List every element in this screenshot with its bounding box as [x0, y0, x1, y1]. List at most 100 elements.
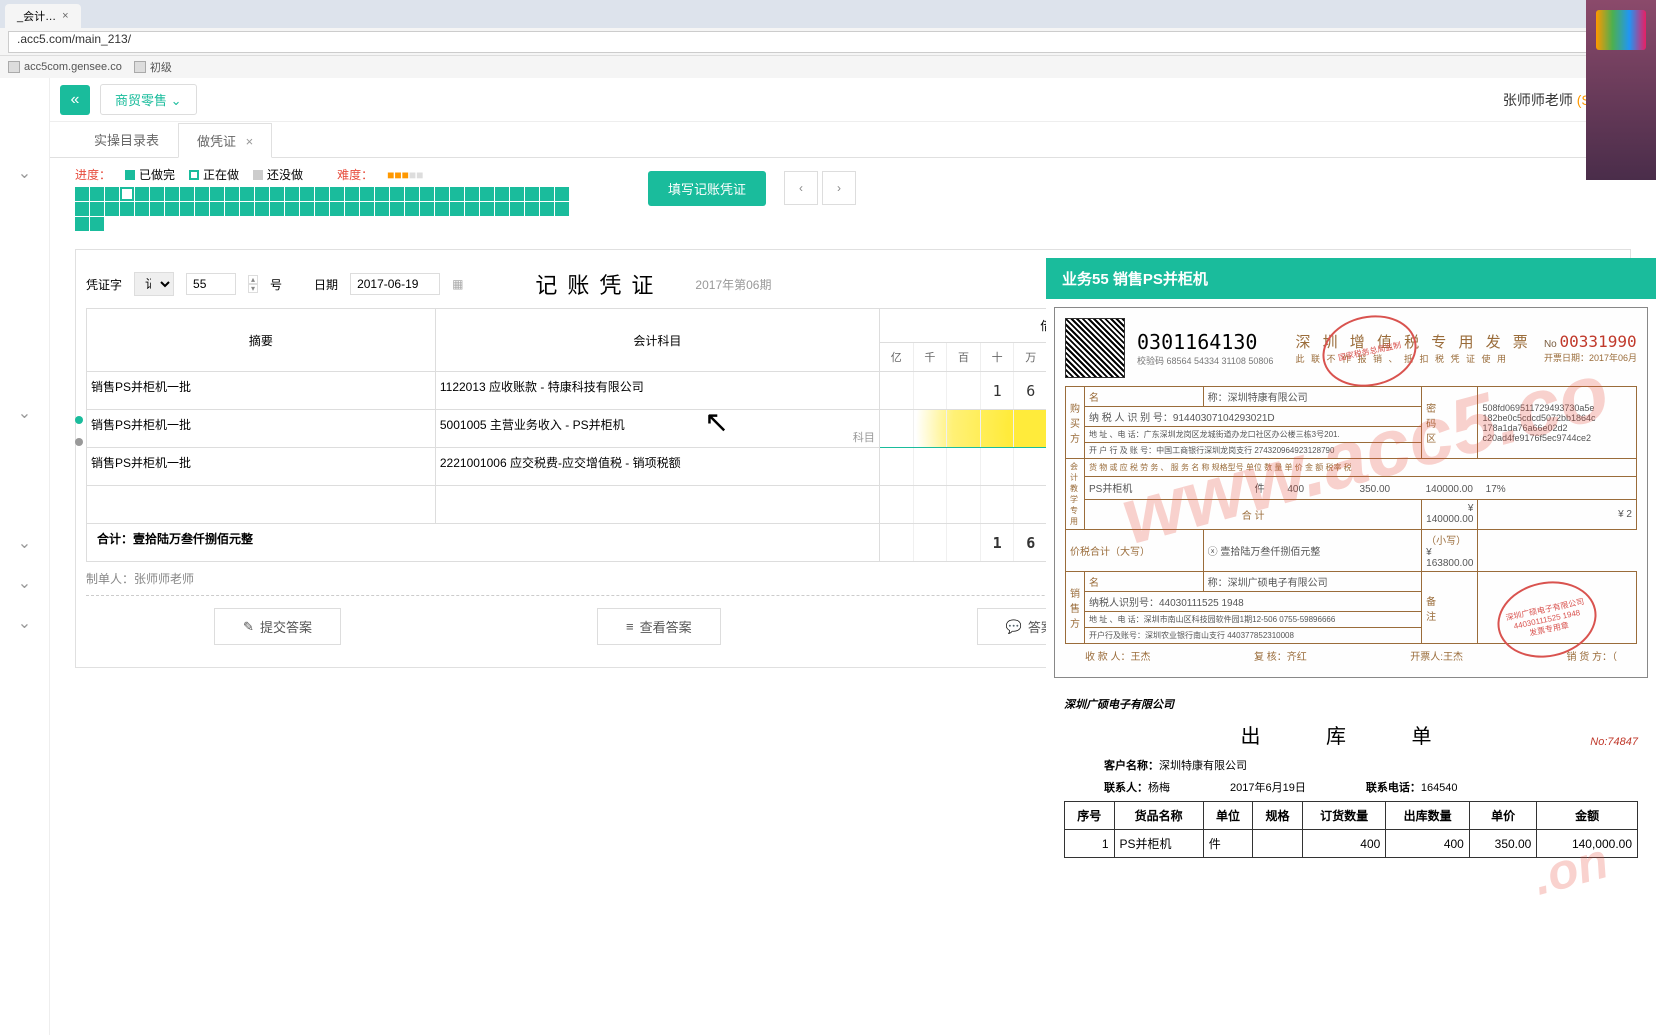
progress-cell[interactable]: [315, 187, 329, 201]
progress-cell[interactable]: [495, 187, 509, 201]
progress-cell[interactable]: [510, 202, 524, 216]
progress-cell[interactable]: [405, 187, 419, 201]
progress-cell[interactable]: [330, 187, 344, 201]
progress-cell[interactable]: [240, 202, 254, 216]
progress-cell[interactable]: [510, 187, 524, 201]
progress-cell[interactable]: [135, 187, 149, 201]
progress-cell[interactable]: [270, 202, 284, 216]
progress-cell[interactable]: [75, 187, 89, 201]
chevron-down-icon[interactable]: ⌄: [0, 563, 49, 603]
progress-cell[interactable]: [150, 202, 164, 216]
progress-cell[interactable]: [555, 202, 569, 216]
video-thumbnail[interactable]: [1586, 0, 1656, 180]
progress-cell[interactable]: [180, 187, 194, 201]
tab-voucher[interactable]: 做凭证 ×: [178, 123, 272, 158]
progress-cell[interactable]: [135, 202, 149, 216]
progress-cell[interactable]: [360, 202, 374, 216]
category-dropdown[interactable]: 商贸零售 ⌄: [100, 84, 197, 115]
progress-cell[interactable]: [345, 202, 359, 216]
progress-cell[interactable]: [255, 187, 269, 201]
voucher-no-input[interactable]: [186, 273, 236, 295]
progress-cell[interactable]: [255, 202, 269, 216]
sidebar-toggle-button[interactable]: «: [60, 85, 90, 115]
progress-cell[interactable]: [285, 187, 299, 201]
progress-cell[interactable]: [105, 187, 119, 201]
subject-cell[interactable]: 2221001006 应交税费-应交增值税 - 销项税额: [435, 448, 879, 486]
next-button[interactable]: ›: [822, 171, 856, 205]
progress-cell[interactable]: [165, 202, 179, 216]
prev-button[interactable]: ‹: [784, 171, 818, 205]
progress-cell[interactable]: [495, 202, 509, 216]
bookmark-item[interactable]: 初级: [134, 59, 172, 75]
progress-cell[interactable]: [420, 202, 434, 216]
progress-cell[interactable]: [435, 202, 449, 216]
summary-cell[interactable]: 销售PS并柜机一批: [87, 372, 436, 410]
progress-cell[interactable]: [225, 202, 239, 216]
progress-cell[interactable]: [195, 187, 209, 201]
progress-cell[interactable]: [480, 202, 494, 216]
progress-cell[interactable]: [405, 202, 419, 216]
progress-cell[interactable]: [120, 202, 134, 216]
progress-cell[interactable]: [435, 187, 449, 201]
progress-cell[interactable]: [525, 187, 539, 201]
subject-cell[interactable]: [435, 486, 879, 524]
bookmark-item[interactable]: acc5com.gensee.co: [8, 61, 122, 73]
progress-grid[interactable]: [75, 187, 580, 231]
progress-cell[interactable]: [150, 187, 164, 201]
submit-answer-button[interactable]: ✎提交答案: [214, 608, 341, 645]
progress-cell[interactable]: [270, 187, 284, 201]
progress-cell[interactable]: [555, 187, 569, 201]
progress-cell[interactable]: [210, 202, 224, 216]
progress-cell[interactable]: [210, 187, 224, 201]
progress-cell[interactable]: [375, 202, 389, 216]
progress-cell[interactable]: [540, 187, 554, 201]
tab-close-icon[interactable]: ×: [62, 10, 68, 22]
url-input[interactable]: .acc5.com/main_213/: [8, 31, 1648, 53]
progress-cell[interactable]: [525, 202, 539, 216]
summary-cell[interactable]: 销售PS并柜机一批: [87, 410, 436, 448]
progress-cell[interactable]: [390, 202, 404, 216]
summary-cell[interactable]: 销售PS并柜机一批: [87, 448, 436, 486]
progress-cell[interactable]: [90, 187, 104, 201]
progress-cell[interactable]: [165, 187, 179, 201]
progress-cell[interactable]: [105, 202, 119, 216]
tab-close-icon[interactable]: ×: [246, 134, 254, 149]
voucher-type-select[interactable]: 记: [134, 272, 174, 296]
progress-cell[interactable]: [75, 217, 89, 231]
progress-cell[interactable]: [420, 187, 434, 201]
calendar-icon[interactable]: ▦: [452, 277, 463, 291]
progress-cell[interactable]: [300, 202, 314, 216]
chevron-down-icon[interactable]: ⌄: [0, 603, 49, 643]
progress-cell[interactable]: [285, 202, 299, 216]
summary-cell[interactable]: [87, 486, 436, 524]
progress-cell[interactable]: [300, 187, 314, 201]
fill-voucher-button[interactable]: 填写记账凭证: [648, 171, 766, 206]
progress-cell[interactable]: [90, 202, 104, 216]
subject-cell[interactable]: 1122013 应收账款 - 特康科技有限公司: [435, 372, 879, 410]
progress-cell[interactable]: [225, 187, 239, 201]
chevron-down-icon[interactable]: ⌄: [0, 523, 49, 563]
progress-cell[interactable]: [540, 202, 554, 216]
date-input[interactable]: [350, 273, 440, 295]
progress-cell[interactable]: [480, 187, 494, 201]
progress-cell[interactable]: [330, 202, 344, 216]
browser-tab[interactable]: _会计… ×: [5, 4, 81, 28]
progress-cell[interactable]: [90, 217, 104, 231]
tab-catalog[interactable]: 实操目录表: [75, 122, 178, 157]
view-answer-button[interactable]: ≡查看答案: [597, 608, 721, 645]
progress-cell[interactable]: [465, 202, 479, 216]
progress-cell[interactable]: [195, 202, 209, 216]
progress-cell[interactable]: [450, 187, 464, 201]
progress-cell[interactable]: [450, 202, 464, 216]
progress-cell[interactable]: [180, 202, 194, 216]
chevron-down-icon[interactable]: ⌄: [0, 393, 49, 433]
progress-cell[interactable]: [360, 187, 374, 201]
progress-cell[interactable]: [75, 202, 89, 216]
spinner-down-icon[interactable]: ▾: [248, 284, 258, 293]
progress-cell[interactable]: [345, 187, 359, 201]
chevron-down-icon[interactable]: ⌄: [0, 153, 49, 193]
progress-cell[interactable]: [240, 187, 254, 201]
progress-cell[interactable]: [390, 187, 404, 201]
progress-cell[interactable]: [465, 187, 479, 201]
spinner-up-icon[interactable]: ▴: [248, 275, 258, 284]
